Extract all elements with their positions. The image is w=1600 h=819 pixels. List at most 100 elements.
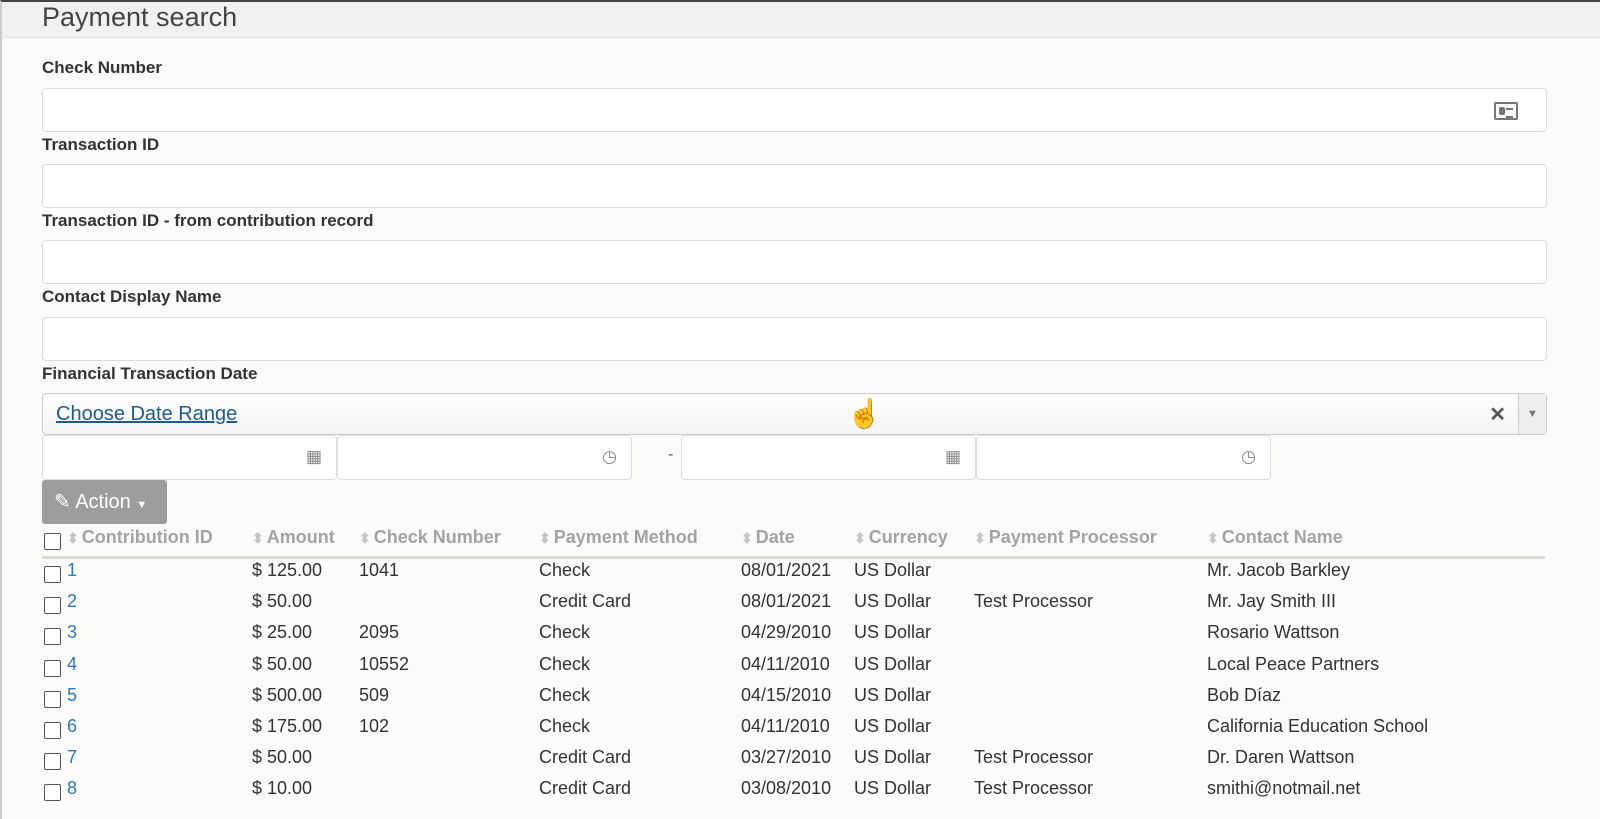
- cell-check-number: 509: [359, 684, 390, 705]
- table-header: ⬍ Contribution ID ⬍ Amount ⬍ Check Number ⬍…: [42, 522, 1545, 559]
- cell-amount: $ 125.00: [252, 560, 323, 580]
- cell-payment-method: Check: [539, 684, 591, 705]
- cell-contact-name: Mr. Jacob Barkley: [1207, 560, 1351, 580]
- table-row: 1 $ 125.00 1041 Check 08/01/2021 US Dollar Mr.…: [42, 560, 1545, 591]
- cell-date: 03/08/2010: [741, 778, 832, 799]
- cell-contact-name: California Education School: [1207, 716, 1429, 736]
- transaction-id-contrib-label: Transaction ID - from contribution recor…: [42, 211, 374, 230]
- cell-payment-processor: Test Processor: [974, 747, 1094, 768]
- col-contribution-id[interactable]: ⬍ Contribution ID: [67, 527, 213, 548]
- transaction-id-contrib-input[interactable]: [42, 240, 1547, 284]
- chevron-down-icon[interactable]: ▼: [1518, 394, 1546, 434]
- row-checkbox[interactable]: [44, 722, 61, 739]
- calendar-icon: ▦: [305, 447, 322, 466]
- contact-display-name-input[interactable]: [42, 317, 1547, 361]
- contribution-id-link[interactable]: 7: [67, 747, 77, 768]
- cell-currency: US Dollar: [854, 716, 932, 736]
- end-time-input[interactable]: ◷: [976, 435, 1271, 480]
- cell-amount: $ 500.00: [252, 684, 323, 705]
- cell-date: 03/27/2010: [741, 747, 832, 768]
- contribution-id-link[interactable]: 8: [67, 778, 77, 799]
- cell-payment-method: Check: [539, 716, 591, 736]
- col-contact-name[interactable]: ⬍ Contact Name: [1207, 527, 1343, 548]
- contribution-id-link[interactable]: 1: [67, 560, 77, 581]
- table-row: 5 $ 500.00 509 Check 04/15/2010 US Dollar Bob …: [42, 685, 1545, 716]
- id-card-icon: [1494, 102, 1518, 120]
- cell-check-number: 1041: [359, 560, 400, 580]
- transaction-id-input[interactable]: [42, 164, 1547, 208]
- cell-payment-method: Check: [539, 560, 591, 580]
- date-range-select[interactable]: Choose Date Range ✕ ▼: [42, 393, 1547, 435]
- col-amount[interactable]: ⬍ Amount: [252, 527, 335, 548]
- row-checkbox[interactable]: [44, 597, 61, 615]
- cell-payment-processor: Test Processor: [974, 778, 1094, 799]
- cell-payment-processor: Test Processor: [974, 591, 1094, 612]
- table-row: 4 $ 50.00 10552 Check 04/11/2010 US Dollar Loc…: [42, 654, 1545, 685]
- clock-icon: ◷: [602, 447, 617, 466]
- cell-currency: US Dollar: [854, 591, 932, 612]
- financial-transaction-date-label: Financial Transaction Date: [42, 364, 258, 383]
- cell-currency: US Dollar: [854, 653, 932, 674]
- contribution-id-link[interactable]: 4: [67, 654, 77, 675]
- col-currency[interactable]: ⬍ Currency: [854, 527, 948, 548]
- cell-payment-method: Credit Card: [539, 591, 632, 612]
- cell-amount: $ 10.00: [252, 778, 313, 799]
- check-number-input[interactable]: [42, 88, 1547, 132]
- row-checkbox[interactable]: [44, 784, 61, 802]
- cell-currency: US Dollar: [854, 747, 932, 768]
- transaction-id-label: Transaction ID: [42, 135, 160, 154]
- caret-down-icon: ▼: [136, 499, 148, 511]
- col-payment-processor[interactable]: ⬍ Payment Processor: [974, 527, 1157, 548]
- contribution-id-link[interactable]: 2: [67, 591, 77, 612]
- action-button[interactable]: ✎ Action ▼: [42, 480, 167, 524]
- start-time-input[interactable]: ◷: [337, 435, 632, 480]
- contribution-id-link[interactable]: 6: [67, 716, 77, 737]
- cell-check-number: 10552: [359, 653, 410, 674]
- end-date-input[interactable]: ▦: [681, 435, 976, 480]
- cell-currency: US Dollar: [854, 684, 932, 705]
- date-separator: -: [668, 446, 674, 463]
- cell-date: 04/29/2010: [741, 622, 832, 643]
- pencil-icon: ✎: [54, 491, 71, 513]
- cell-payment-method: Check: [539, 622, 591, 643]
- cell-payment-method: Credit Card: [539, 778, 632, 799]
- cell-currency: US Dollar: [854, 778, 932, 799]
- page-header: [2, 2, 1600, 38]
- select-all-checkbox[interactable]: [44, 533, 61, 550]
- cell-contact-name: Dr. Daren Wattson: [1207, 747, 1355, 768]
- row-checkbox[interactable]: [44, 659, 61, 677]
- cell-amount: $ 50.00: [252, 747, 313, 768]
- contribution-id-link[interactable]: 3: [67, 622, 77, 643]
- row-checkbox[interactable]: [44, 690, 61, 708]
- table-row: 7 $ 50.00 Credit Card 03/27/2010 US Dollar Te…: [42, 747, 1545, 778]
- table-row: 8 $ 10.00 Credit Card 03/08/2010 US Dollar Te…: [42, 778, 1545, 809]
- table-row: 6 $ 175.00 102 Check 04/11/2010 US Dollar Cali…: [42, 716, 1545, 747]
- cell-payment-method: Check: [539, 653, 591, 674]
- choose-date-range-link[interactable]: Choose Date Range: [56, 403, 237, 426]
- col-check-number[interactable]: ⬍ Check Number: [359, 527, 501, 548]
- col-date[interactable]: ⬍ Date: [741, 527, 795, 548]
- cell-check-number: 102: [359, 716, 390, 736]
- clear-icon[interactable]: ✕: [1489, 402, 1506, 427]
- hand-cursor-icon: ☝: [847, 398, 882, 429]
- cell-amount: $ 50.00: [252, 591, 313, 612]
- cell-contact-name: Local Peace Partners: [1207, 653, 1380, 674]
- start-date-input[interactable]: ▦: [42, 435, 337, 480]
- contribution-id-link[interactable]: 5: [67, 685, 77, 706]
- check-number-label: Check Number: [42, 58, 162, 77]
- cell-amount: $ 50.00: [252, 653, 313, 674]
- cell-date: 04/11/2010: [741, 716, 830, 736]
- table-row: 3 $ 25.00 2095 Check 04/29/2010 US Dollar Rosa…: [42, 622, 1545, 653]
- contact-display-name-label: Contact Display Name: [42, 287, 222, 306]
- clock-icon: ◷: [1241, 447, 1256, 466]
- cell-contact-name: Bob Díaz: [1207, 684, 1282, 705]
- row-checkbox[interactable]: [44, 566, 61, 583]
- row-checkbox[interactable]: [44, 753, 61, 771]
- row-checkbox[interactable]: [44, 628, 61, 646]
- col-payment-method[interactable]: ⬍ Payment Method: [539, 527, 698, 548]
- table-row: 2 $ 50.00 Credit Card 08/01/2021 US Dollar Te…: [42, 591, 1545, 622]
- cell-currency: US Dollar: [854, 622, 932, 643]
- page-title: Payment search: [42, 2, 238, 32]
- cell-payment-method: Credit Card: [539, 747, 632, 768]
- cell-date: 04/11/2010: [741, 653, 830, 674]
